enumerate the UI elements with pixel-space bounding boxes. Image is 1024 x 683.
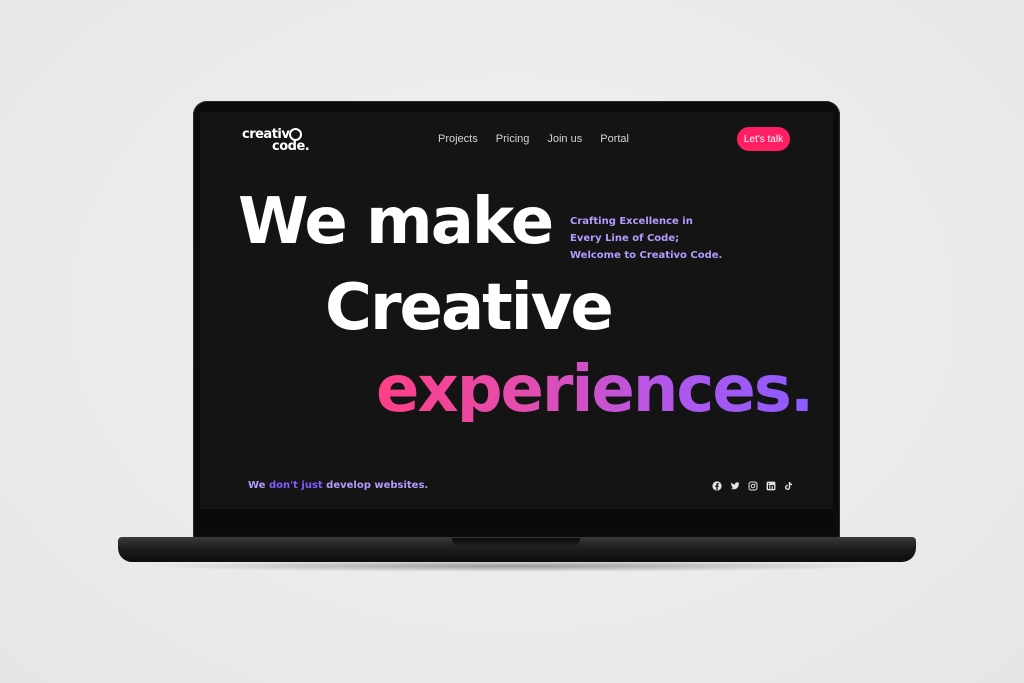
- brand-logo[interactable]: creativ code.: [242, 128, 312, 154]
- instagram-icon[interactable]: [748, 481, 758, 491]
- laptop-screen: creativ code. Projects Pricing Join us P…: [200, 112, 833, 509]
- hero-heading-line2: Creative: [325, 271, 614, 345]
- laptop-notch: [452, 538, 580, 547]
- nav-link-pricing[interactable]: Pricing: [496, 133, 530, 145]
- lets-talk-button[interactable]: Let's talk: [737, 127, 790, 151]
- nav-link-portal[interactable]: Portal: [600, 133, 629, 145]
- twitter-icon[interactable]: [730, 481, 740, 491]
- hero-heading-line3: experiences.: [376, 353, 814, 427]
- linkedin-icon[interactable]: [766, 481, 776, 491]
- hero-tagline: Crafting Excellence in Every Line of Cod…: [570, 213, 722, 264]
- nav-link-join-us[interactable]: Join us: [547, 133, 582, 145]
- subline-emphasis: don't just: [268, 480, 323, 491]
- hero-heading-line1: We make: [238, 185, 554, 259]
- laptop-screen-chin: [200, 509, 833, 529]
- tagline-line1: Crafting Excellence in: [570, 216, 693, 227]
- hero-subline: We don't just develop websites.: [248, 480, 428, 491]
- subline-part3: develop websites.: [322, 480, 429, 491]
- subline-part1: We: [248, 480, 269, 491]
- main-nav: Projects Pricing Join us Portal: [438, 133, 629, 145]
- facebook-icon[interactable]: [712, 481, 722, 491]
- tiktok-icon[interactable]: [784, 481, 794, 491]
- brand-logo-line2: code.: [272, 139, 310, 154]
- tagline-line2: Every Line of Code;: [570, 233, 680, 244]
- social-links: [712, 481, 794, 491]
- nav-link-projects[interactable]: Projects: [438, 133, 478, 145]
- tagline-line3: Welcome to Creativo Code.: [570, 250, 723, 261]
